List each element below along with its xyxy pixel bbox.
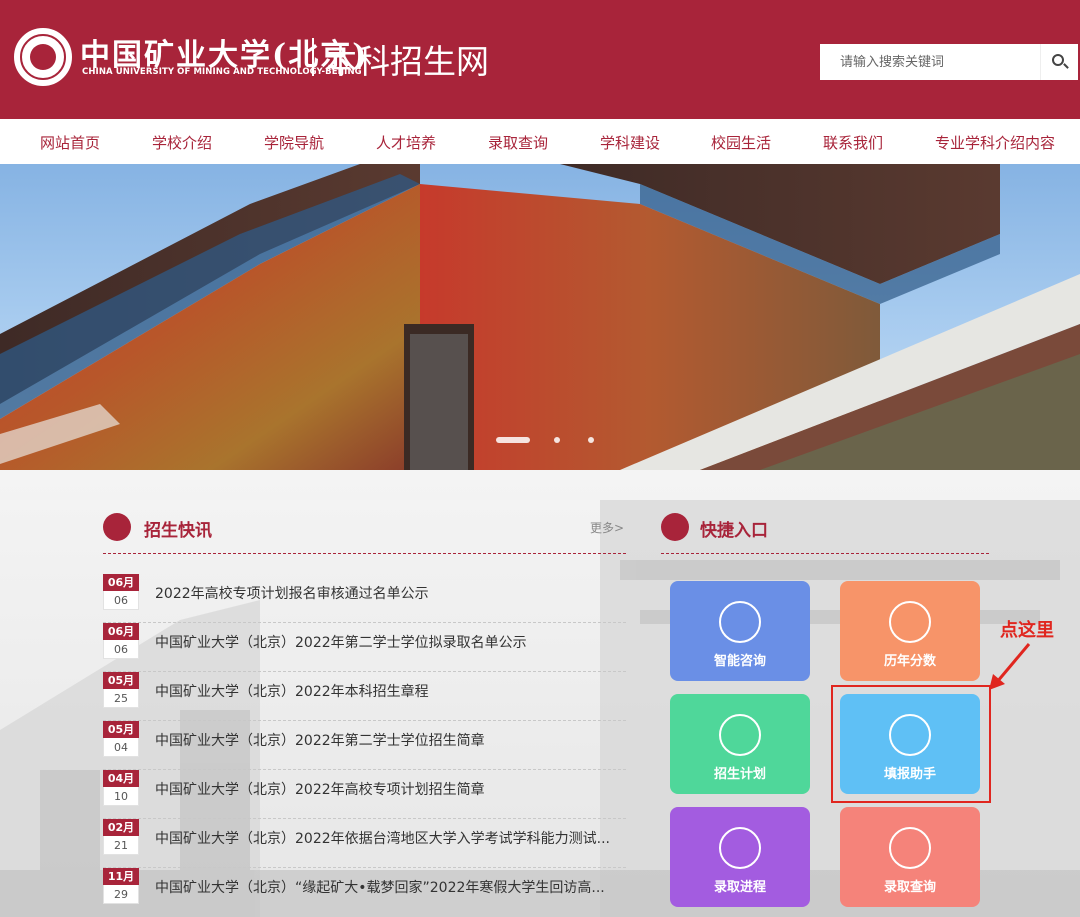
news-section-title: 招生快讯	[144, 521, 212, 541]
tile-admission-query[interactable]: 录取查询	[840, 807, 980, 907]
nav-item-training[interactable]: 人才培养	[376, 132, 436, 153]
nav-item-colleges[interactable]: 学院导航	[264, 132, 324, 153]
date-badge: 06月 06	[103, 623, 139, 659]
main-nav: 网站首页 学校介绍 学院导航 人才培养 录取查询 学科建设 校园生活 联系我们 …	[0, 119, 1080, 164]
carousel-dot[interactable]	[588, 437, 594, 443]
nav-item-admission-query[interactable]: 录取查询	[488, 132, 548, 153]
university-seal-icon[interactable]	[14, 28, 72, 86]
tile-admission-plan[interactable]: 招生计划	[670, 694, 810, 794]
news-item[interactable]: 06月 06 2022年高校专项计划报名审核通过名单公示	[103, 574, 626, 623]
news-more-link[interactable]: 更多>	[590, 519, 624, 536]
news-divider	[103, 553, 626, 554]
house-icon	[719, 714, 761, 756]
paper-plane-icon	[661, 513, 689, 541]
clipboard-icon	[889, 601, 931, 643]
hero-banner[interactable]	[0, 164, 1080, 470]
nav-item-campus-life[interactable]: 校园生活	[711, 132, 771, 153]
nav-item-home[interactable]: 网站首页	[40, 132, 100, 153]
banner-image	[0, 164, 1080, 470]
annotation-arrow-icon	[989, 643, 1031, 690]
bell-icon	[719, 601, 761, 643]
quick-divider	[661, 553, 989, 554]
news-item[interactable]: 11月 29 中国矿业大学（北京）“缘起矿大•载梦回家”2022年寒假大学生回访…	[103, 868, 626, 917]
news-title[interactable]: 中国矿业大学（北京）2022年本科招生章程	[155, 681, 623, 701]
news-title[interactable]: 2022年高校专项计划报名审核通过名单公示	[155, 583, 623, 603]
tile-smart-consult[interactable]: 智能咨询	[670, 581, 810, 681]
annotation-text: 点这里	[1000, 620, 1054, 641]
news-title[interactable]: 中国矿业大学（北京）2022年第二学士学位拟录取名单公示	[155, 632, 623, 652]
news-bookmark-icon	[103, 513, 131, 541]
news-item[interactable]: 02月 21 中国矿业大学（北京）2022年依据台湾地区大学入学考试学科能力测试…	[103, 819, 626, 868]
news-item[interactable]: 04月 10 中国矿业大学（北京）2022年高校专项计划招生简章	[103, 770, 626, 819]
tile-past-scores[interactable]: 历年分数	[840, 581, 980, 681]
news-item[interactable]: 05月 25 中国矿业大学（北京）2022年本科招生章程	[103, 672, 626, 721]
date-badge: 05月 04	[103, 721, 139, 757]
search-input[interactable]: 请输入搜索关键词	[820, 44, 1040, 80]
nav-item-majors[interactable]: 专业学科介绍内容	[935, 132, 1055, 153]
news-item[interactable]: 06月 06 中国矿业大学（北京）2022年第二学士学位拟录取名单公示	[103, 623, 626, 672]
date-badge: 04月 10	[103, 770, 139, 806]
news-title[interactable]: 中国矿业大学（北京）2022年高校专项计划招生简章	[155, 779, 623, 799]
highlight-box	[831, 685, 991, 803]
nav-item-about[interactable]: 学校介绍	[152, 132, 212, 153]
nav-item-contact[interactable]: 联系我们	[823, 132, 883, 153]
users-icon	[889, 827, 931, 869]
logo-divider	[312, 38, 314, 76]
tile-admission-progress[interactable]: 录取进程	[670, 807, 810, 907]
news-title[interactable]: 中国矿业大学（北京）2022年依据台湾地区大学入学考试学科能力测试...	[155, 828, 623, 848]
news-title[interactable]: 中国矿业大学（北京）2022年第二学士学位招生简章	[155, 730, 623, 750]
flower-icon	[719, 827, 761, 869]
site-title: 本科招生网	[324, 42, 489, 81]
news-item[interactable]: 05月 04 中国矿业大学（北京）2022年第二学士学位招生简章	[103, 721, 626, 770]
site-header: 中国矿业大学(北京) CHINA UNIVERSITY OF MINING AN…	[0, 0, 1080, 119]
carousel-dot[interactable]	[554, 437, 560, 443]
quick-section-title: 快捷入口	[700, 521, 768, 541]
logo-english-name: CHINA UNIVERSITY OF MINING AND TECHNOLOG…	[82, 67, 362, 77]
date-badge: 05月 25	[103, 672, 139, 708]
nav-item-disciplines[interactable]: 学科建设	[600, 132, 660, 153]
date-badge: 11月 29	[103, 868, 139, 904]
date-badge: 02月 21	[103, 819, 139, 855]
carousel-dot-active[interactable]	[496, 437, 530, 443]
news-title[interactable]: 中国矿业大学（北京）“缘起矿大•载梦回家”2022年寒假大学生回访高...	[155, 877, 623, 897]
date-badge: 06月 06	[103, 574, 139, 610]
search-button[interactable]	[1040, 44, 1078, 80]
